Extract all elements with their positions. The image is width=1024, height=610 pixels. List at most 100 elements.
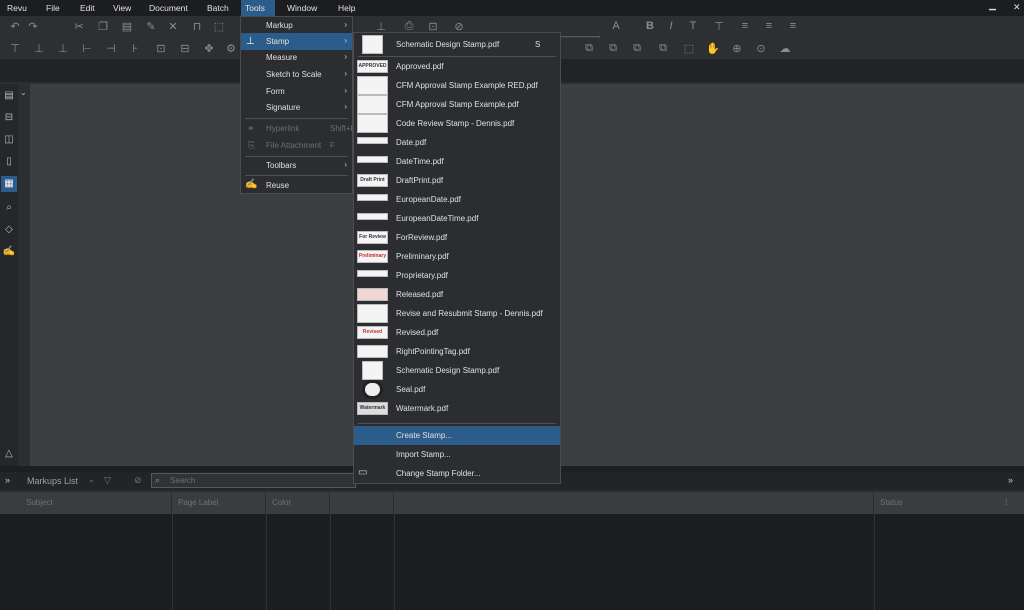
menu-item-signature[interactable]: Signature › <box>241 99 352 116</box>
collapse-panel-icon[interactable]: » <box>5 475 10 485</box>
copy-icon[interactable]: ❐ <box>96 20 110 33</box>
column-page-label[interactable]: Page Label <box>172 492 266 514</box>
expand-up-icon[interactable]: △ <box>1 446 17 462</box>
stamp-item[interactable]: Revise and Resubmit Stamp - Dennis.pdf <box>354 304 560 323</box>
search-input[interactable]: Search <box>170 476 195 485</box>
stamp-item[interactable]: Preliminary Preliminary.pdf <box>354 247 560 266</box>
bold-icon[interactable]: B <box>643 20 657 32</box>
align-center-icon[interactable]: ≡ <box>762 20 776 32</box>
thumbnails-icon[interactable]: ▤ <box>1 88 17 104</box>
stamp-item[interactable]: Date.pdf <box>354 133 560 152</box>
undo-icon[interactable]: ↶ <box>8 20 22 33</box>
lock-icon[interactable]: ⊓ <box>190 20 204 33</box>
stamp-item[interactable]: CFM Approval Stamp Example RED.pdf <box>354 76 560 95</box>
menu-item-sketch-to-scale[interactable]: Sketch to Scale › <box>241 66 352 83</box>
menu-batch[interactable]: Batch <box>203 2 233 15</box>
stamp-item[interactable]: Draft Print DraftPrint.pdf <box>354 171 560 190</box>
format-painter-icon[interactable]: ✎ <box>144 20 158 33</box>
column-settings-icon[interactable]: ⫶ <box>1005 497 1007 508</box>
italic-icon[interactable]: I <box>664 20 678 32</box>
stamp-item[interactable]: Schematic Design Stamp.pdf <box>354 361 560 380</box>
bring-forward-icon[interactable]: ⧉ <box>582 42 596 55</box>
column-subject[interactable]: Subject <box>20 492 172 514</box>
font-color-icon[interactable]: A <box>609 20 623 32</box>
menu-file[interactable]: File <box>42 2 64 15</box>
align-left-icon[interactable]: ≡ <box>738 20 752 32</box>
close-icon[interactable]: ✕ <box>1013 2 1021 13</box>
zoom-icon[interactable]: ⊕ <box>730 42 744 55</box>
expand-panel-icon[interactable]: » <box>1008 475 1013 485</box>
move-icon[interactable]: ✥ <box>202 42 216 55</box>
select-icon[interactable]: ⬚ <box>212 20 226 33</box>
column-status[interactable]: Status <box>874 492 1024 514</box>
import-stamp-item[interactable]: Import Stamp... <box>354 445 560 464</box>
stamp-item[interactable]: Watermark Watermark.pdf <box>354 399 560 418</box>
title-dropdown-icon[interactable]: ⌄ <box>88 475 95 484</box>
markups-list-title[interactable]: Markups List <box>27 476 78 486</box>
send-backward-icon[interactable]: ⧉ <box>606 42 620 55</box>
stamp-item[interactable]: EuropeanDateTime.pdf <box>354 209 560 228</box>
stamp-item[interactable]: Seal.pdf <box>354 380 560 399</box>
chevron-down-icon[interactable]: ⌄ <box>20 88 27 97</box>
menu-edit[interactable]: Edit <box>76 2 99 15</box>
align-right-icon[interactable]: ≡ <box>786 20 800 32</box>
bookmarks-icon[interactable]: ▯ <box>1 154 17 170</box>
markups-search-box[interactable]: ⌕ Search <box>151 473 356 488</box>
stamp-item[interactable]: RightPointingTag.pdf <box>354 342 560 361</box>
snapshot-tool-icon[interactable]: ⊙ <box>754 42 768 55</box>
menu-revu[interactable]: Revu <box>3 2 31 15</box>
stamp-item[interactable]: Released.pdf <box>354 285 560 304</box>
menu-item-reuse[interactable]: ✍ Reuse <box>241 177 352 194</box>
filter-icon[interactable]: ▽ <box>104 475 111 486</box>
send-back-icon[interactable]: ⧉ <box>656 42 670 55</box>
delete-icon[interactable]: ✕ <box>166 20 180 33</box>
cut-icon[interactable]: ✂ <box>72 20 86 33</box>
stamp-item[interactable]: Proprietary.pdf <box>354 266 560 285</box>
column-blank-1[interactable] <box>330 492 394 514</box>
align-top-icon[interactable]: ⊤ <box>8 42 22 55</box>
pan-hand-icon[interactable]: ✋ <box>706 42 720 55</box>
align-bottom-icon[interactable]: ⊥ <box>32 42 46 55</box>
cloud-icon[interactable]: ☁ <box>778 42 792 55</box>
align-middle-icon[interactable]: ⊥ <box>56 42 70 55</box>
change-stamp-folder-item[interactable]: ▭ Change Stamp Folder... <box>354 464 560 483</box>
column-blank-2[interactable] <box>394 492 874 514</box>
visibility-icon[interactable]: ⊘ <box>134 475 142 486</box>
text-top-icon[interactable]: T <box>686 20 700 32</box>
stamp-item[interactable]: DateTime.pdf <box>354 152 560 171</box>
select-tool-icon[interactable]: ⬚ <box>682 42 696 55</box>
stamp-item[interactable]: CFM Approval Stamp Example.pdf <box>354 95 560 114</box>
stamp-item-recent[interactable]: Schematic Design Stamp.pdf S <box>354 35 560 54</box>
group-icon[interactable]: ⊡ <box>154 42 168 55</box>
stamp-item[interactable]: For Review ForReview.pdf <box>354 228 560 247</box>
ungroup-icon[interactable]: ⊟ <box>178 42 192 55</box>
menu-help[interactable]: Help <box>334 2 359 15</box>
settings-icon[interactable]: ⚙ <box>224 42 238 55</box>
stamp-item[interactable]: EuropeanDate.pdf <box>354 190 560 209</box>
distribute-icon[interactable]: ⊢ <box>80 42 94 55</box>
flip-icon[interactable]: ⊦ <box>128 42 142 55</box>
tool-sets-icon[interactable]: ◫ <box>1 132 17 148</box>
menu-window[interactable]: Window <box>283 2 321 15</box>
bring-front-icon[interactable]: ⧉ <box>630 42 644 55</box>
text-bottom-icon[interactable]: ⊤ <box>712 20 726 33</box>
signatures-icon[interactable]: ✍ <box>1 244 17 260</box>
layers-icon[interactable]: ◇ <box>1 222 17 238</box>
create-stamp-item[interactable]: Create Stamp... <box>354 426 560 445</box>
menu-item-form[interactable]: Form › <box>241 83 352 100</box>
menu-item-toolbars[interactable]: Toolbars › <box>241 157 352 174</box>
paste-icon[interactable]: ▤ <box>120 20 134 33</box>
menu-tools[interactable]: Tools <box>241 0 275 16</box>
tile-view-icon[interactable]: ▦ <box>1 176 17 192</box>
menu-view[interactable]: View <box>109 2 135 15</box>
menu-item-markup[interactable]: Markup › <box>241 17 352 34</box>
stamp-item[interactable]: Code Review Stamp - Dennis.pdf <box>354 114 560 133</box>
stamp-item[interactable]: APPROVED Approved.pdf <box>354 57 560 76</box>
menu-item-stamp[interactable]: ⊥ Stamp › <box>241 33 352 50</box>
menu-document[interactable]: Document <box>145 2 192 15</box>
redo-icon[interactable]: ↷ <box>26 20 40 33</box>
minimize-icon[interactable]: ▁ <box>989 0 996 11</box>
menu-item-measure[interactable]: Measure › <box>241 49 352 66</box>
distribute-v-icon[interactable]: ⊣ <box>104 42 118 55</box>
search-icon[interactable]: ⌕ <box>1 200 17 216</box>
